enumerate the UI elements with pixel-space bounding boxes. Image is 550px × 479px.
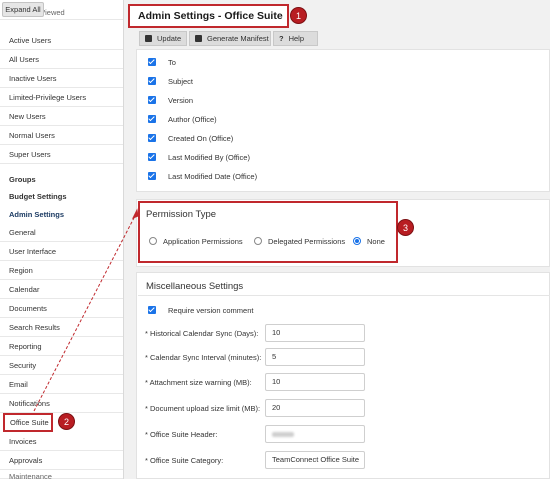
dashed-arrow [33, 208, 139, 412]
